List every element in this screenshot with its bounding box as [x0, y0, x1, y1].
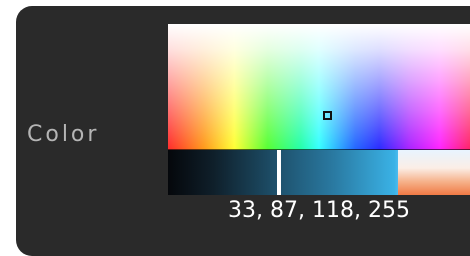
color-picker-handle[interactable] [323, 111, 332, 120]
color-value-readout[interactable]: 33, 87, 118, 255 [168, 198, 470, 228]
color-label: Color [27, 122, 100, 147]
saturation-overlay [168, 24, 470, 150]
brightness-slider-handle[interactable] [277, 150, 281, 195]
alpha-preview-swatch [398, 150, 470, 195]
brightness-slider[interactable] [168, 150, 470, 195]
hue-saturation-picker[interactable] [168, 24, 470, 150]
